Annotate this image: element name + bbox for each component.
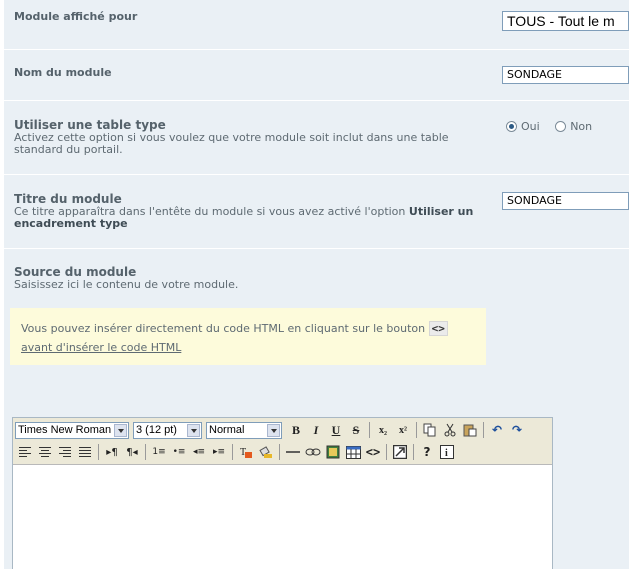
module-title-desc: Ce titre apparaîtra dans l'entête du mod… [14,206,484,230]
toolbar-separator [232,444,233,460]
format-select[interactable]: Normal [206,421,282,439]
ltr-icon[interactable]: ▸¶ [102,442,122,462]
about-icon[interactable]: i [437,442,457,462]
align-center-icon[interactable] [35,442,55,462]
underline-button[interactable]: U [326,420,346,440]
help-icon[interactable]: ? [417,442,437,462]
module-source-row: Source du module Saisissez ici le conten… [14,265,629,291]
toolbar-separator [416,422,417,438]
html-code-icon[interactable]: <> [363,442,383,462]
font-family-value: Times New Roman [18,424,112,436]
fullscreen-icon[interactable] [390,442,410,462]
use-table-yes-radio[interactable] [506,120,517,132]
font-family-select[interactable]: Times New Roman [15,421,129,439]
copy-icon[interactable] [420,420,440,440]
font-size-select[interactable]: 3 (12 pt) [133,421,202,439]
chevron-down-icon [187,423,200,437]
font-size-value: 3 (12 pt) [136,424,177,436]
use-table-no-label: Non [570,119,593,133]
outdent-icon[interactable]: ◂≡ [189,442,209,462]
rtl-icon[interactable]: ¶◂ [122,442,142,462]
superscript-button[interactable]: x² [393,420,413,440]
notice-line2: avant d'insérer le code HTML [21,341,182,354]
toolbar-separator [483,422,484,438]
module-source-label: Source du module [14,265,137,279]
toolbar-separator [386,444,387,460]
html-notice: Vous pouvez insérer directement du code … [10,308,486,365]
divider [4,248,629,249]
align-left-icon[interactable] [15,442,35,462]
notice-line1: Vous pouvez insérer directement du code … [21,321,448,336]
toolbar-separator [369,422,370,438]
bold-button[interactable]: B [286,420,306,440]
chevron-down-icon [267,423,280,437]
use-table-row: Utiliser une table type Activez cette op… [14,118,484,156]
italic-button[interactable]: I [306,420,326,440]
bg-color-icon[interactable] [256,442,276,462]
cut-icon[interactable] [440,420,460,440]
undo-icon[interactable]: ↶ [487,420,507,440]
use-table-radio-group: Oui Non [506,119,604,133]
toolbar-separator [145,444,146,460]
text-color-icon[interactable]: T [236,442,256,462]
module-title-row: Titre du module Ce titre apparaîtra dans… [14,192,484,230]
format-value: Normal [209,424,245,436]
module-title-input[interactable]: SONDAGE [502,192,629,210]
chevron-down-icon [114,423,127,437]
use-table-no-radio[interactable] [555,120,567,132]
toolbar-row-2: ▸¶ ¶◂ 1≡ •≡ ◂≡ ▸≡ T <> ? i [15,441,457,463]
editor-content-area[interactable] [13,465,552,569]
paste-icon[interactable] [460,420,480,440]
subscript-button[interactable]: x₂ [373,420,393,440]
divider [4,49,629,50]
divider [4,100,629,101]
svg-text:i: i [445,448,448,459]
link-icon[interactable] [303,442,323,462]
module-title-label: Titre du module [14,192,122,206]
use-table-label: Utiliser une table type [14,118,166,132]
editor-toolbar: Times New Roman 3 (12 pt) Normal B I U S… [13,418,552,465]
module-shown-for-select[interactable]: TOUS - Tout le m [502,11,629,31]
module-name-input[interactable]: SONDAGE [502,66,629,84]
notice-text: Vous pouvez insérer directement du code … [21,322,426,335]
toolbar-separator [413,444,414,460]
hr-icon[interactable] [283,442,303,462]
image-icon[interactable] [323,442,343,462]
wysiwyg-editor: Times New Roman 3 (12 pt) Normal B I U S… [12,417,553,569]
module-source-desc: Saisissez ici le contenu de votre module… [14,278,239,291]
toolbar-separator [98,444,99,460]
toolbar-separator [279,444,280,460]
strikethrough-button[interactable]: S [346,420,366,440]
ordered-list-icon[interactable]: 1≡ [149,442,169,462]
divider [4,174,629,175]
unordered-list-icon[interactable]: •≡ [169,442,189,462]
use-table-desc: Activez cette option si vous voulez que … [14,131,449,156]
use-table-yes-label: Oui [521,119,540,133]
table-icon[interactable] [343,442,363,462]
code-icon: <> [428,321,448,336]
justify-icon[interactable] [75,442,95,462]
redo-icon[interactable]: ↷ [507,420,527,440]
toolbar-row-1: Times New Roman 3 (12 pt) Normal B I U S… [15,419,527,441]
indent-icon[interactable]: ▸≡ [209,442,229,462]
align-right-icon[interactable] [55,442,75,462]
